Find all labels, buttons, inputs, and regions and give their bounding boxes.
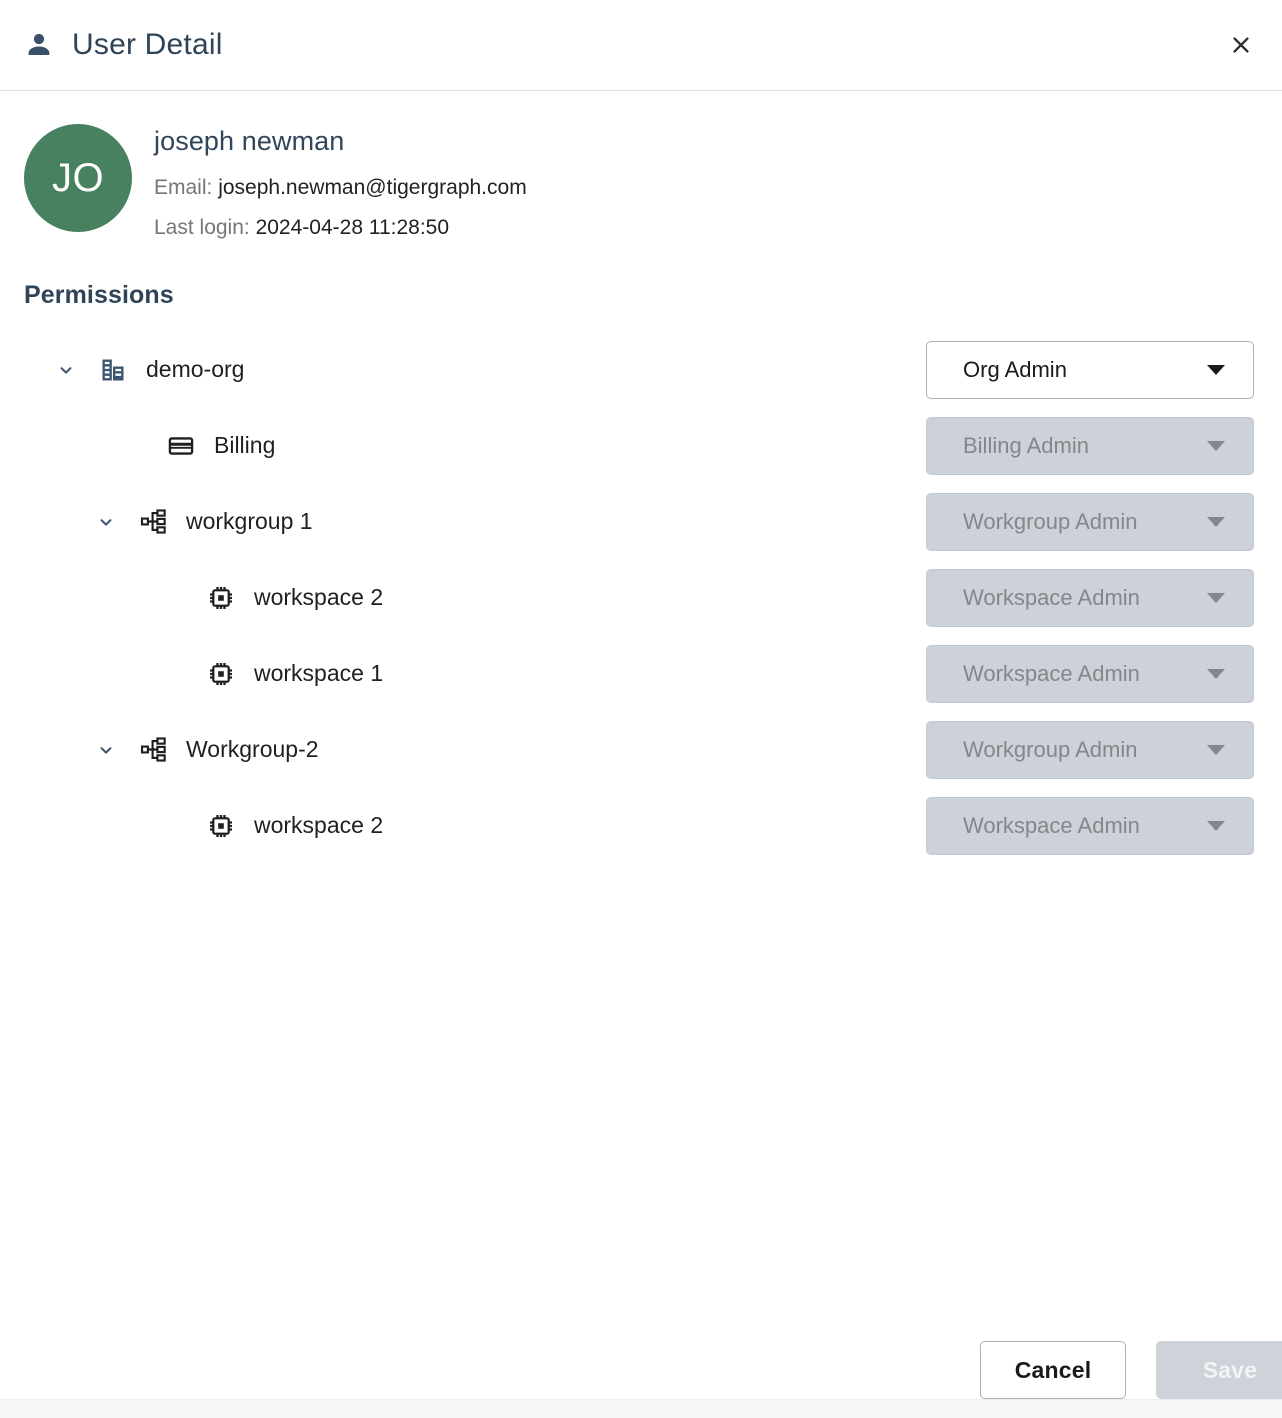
- role-select[interactable]: Org Admin: [926, 340, 1254, 399]
- user-email-label: Email:: [154, 175, 213, 199]
- user-last-login-label: Last login:: [154, 215, 250, 239]
- role-select: Workgroup Admin: [926, 492, 1254, 551]
- chevron-down-icon: [1207, 744, 1225, 755]
- role-select-value: Workgroup Admin: [963, 736, 1138, 762]
- chevron-down-icon: [1207, 592, 1225, 603]
- user-meta: joseph newman Email: joseph.newman@tiger…: [154, 124, 527, 248]
- chevron-down-icon: [1207, 820, 1225, 831]
- user-detail-dialog: User Detail JO joseph newman Email: jose…: [0, 0, 1282, 1418]
- user-last-login-line: Last login: 2024-04-28 11:28:50: [154, 208, 527, 248]
- page-title: User Detail: [72, 28, 223, 61]
- chevron-down-icon: [1207, 364, 1225, 375]
- user-summary: JO joseph newman Email: joseph.newman@ti…: [24, 91, 1258, 248]
- user-email-line: Email: joseph.newman@tigergraph.com: [154, 168, 527, 208]
- chevron-down-icon: [1207, 516, 1225, 527]
- permission-row: demo-org Org Admin: [24, 332, 1258, 408]
- cpu-chip-icon: [206, 583, 236, 613]
- permission-row-label: workspace 2: [254, 584, 384, 611]
- permission-row: workspace 2 Workspace Admin: [24, 560, 1258, 636]
- dialog-header: User Detail: [0, 0, 1282, 91]
- account-tree-icon: [138, 735, 168, 765]
- user-last-login-value: 2024-04-28 11:28:50: [255, 215, 450, 239]
- role-select: Billing Admin: [926, 416, 1254, 475]
- user-name: joseph newman: [154, 126, 345, 156]
- save-button: Save: [1156, 1341, 1282, 1399]
- account-tree-icon: [138, 507, 168, 537]
- permission-row-label: demo-org: [146, 356, 245, 383]
- dialog-body: JO joseph newman Email: joseph.newman@ti…: [0, 91, 1282, 1322]
- permission-row: workgroup 1 Workgroup Admin: [24, 484, 1258, 560]
- permission-row: workspace 1 Workspace Admin: [24, 636, 1258, 712]
- cpu-chip-icon: [206, 811, 236, 841]
- permission-row-label: workgroup 1: [186, 508, 313, 535]
- chevron-down-icon: [1207, 440, 1225, 451]
- person-icon: [24, 30, 54, 60]
- role-select-value: Workspace Admin: [963, 584, 1140, 610]
- role-select-value: Org Admin: [963, 356, 1067, 382]
- chevron-down-icon: [1207, 668, 1225, 679]
- chevron-down-icon[interactable]: [92, 508, 120, 536]
- permission-row-label: Billing: [214, 432, 276, 459]
- role-select: Workgroup Admin: [926, 720, 1254, 779]
- credit-card-icon: [166, 431, 196, 461]
- user-email-value: joseph.newman@tigergraph.com: [218, 175, 527, 199]
- corporate-building-icon: [98, 355, 128, 385]
- dialog-footer: Cancel Save: [0, 1322, 1282, 1418]
- chevron-down-icon[interactable]: [52, 356, 80, 384]
- dialog-header-left: User Detail: [24, 30, 223, 60]
- close-button[interactable]: [1224, 28, 1258, 62]
- chevron-down-icon[interactable]: [92, 736, 120, 764]
- footer-bottom-strip: [0, 1399, 1282, 1418]
- cancel-button[interactable]: Cancel: [980, 1341, 1126, 1399]
- permission-row: workspace 2 Workspace Admin: [24, 788, 1258, 864]
- role-select: Workspace Admin: [926, 568, 1254, 627]
- role-select: Workspace Admin: [926, 644, 1254, 703]
- close-icon: [1230, 34, 1252, 56]
- avatar: JO: [24, 124, 132, 232]
- role-select-value: Workspace Admin: [963, 660, 1140, 686]
- permission-row-label: workspace 2: [254, 812, 384, 839]
- permission-row-label: Workgroup-2: [186, 736, 319, 763]
- role-select-value: Workspace Admin: [963, 812, 1140, 838]
- permissions-title: Permissions: [24, 280, 174, 309]
- permission-row: Billing Billing Admin: [24, 408, 1258, 484]
- role-select-value: Billing Admin: [963, 432, 1089, 458]
- permission-row-label: workspace 1: [254, 660, 384, 687]
- permission-row: Workgroup-2 Workgroup Admin: [24, 712, 1258, 788]
- role-select-value: Workgroup Admin: [963, 508, 1138, 534]
- role-select: Workspace Admin: [926, 796, 1254, 855]
- cpu-chip-icon: [206, 659, 236, 689]
- permissions-tree: demo-org Org Admin Billing Billing Admin wor…: [24, 332, 1258, 864]
